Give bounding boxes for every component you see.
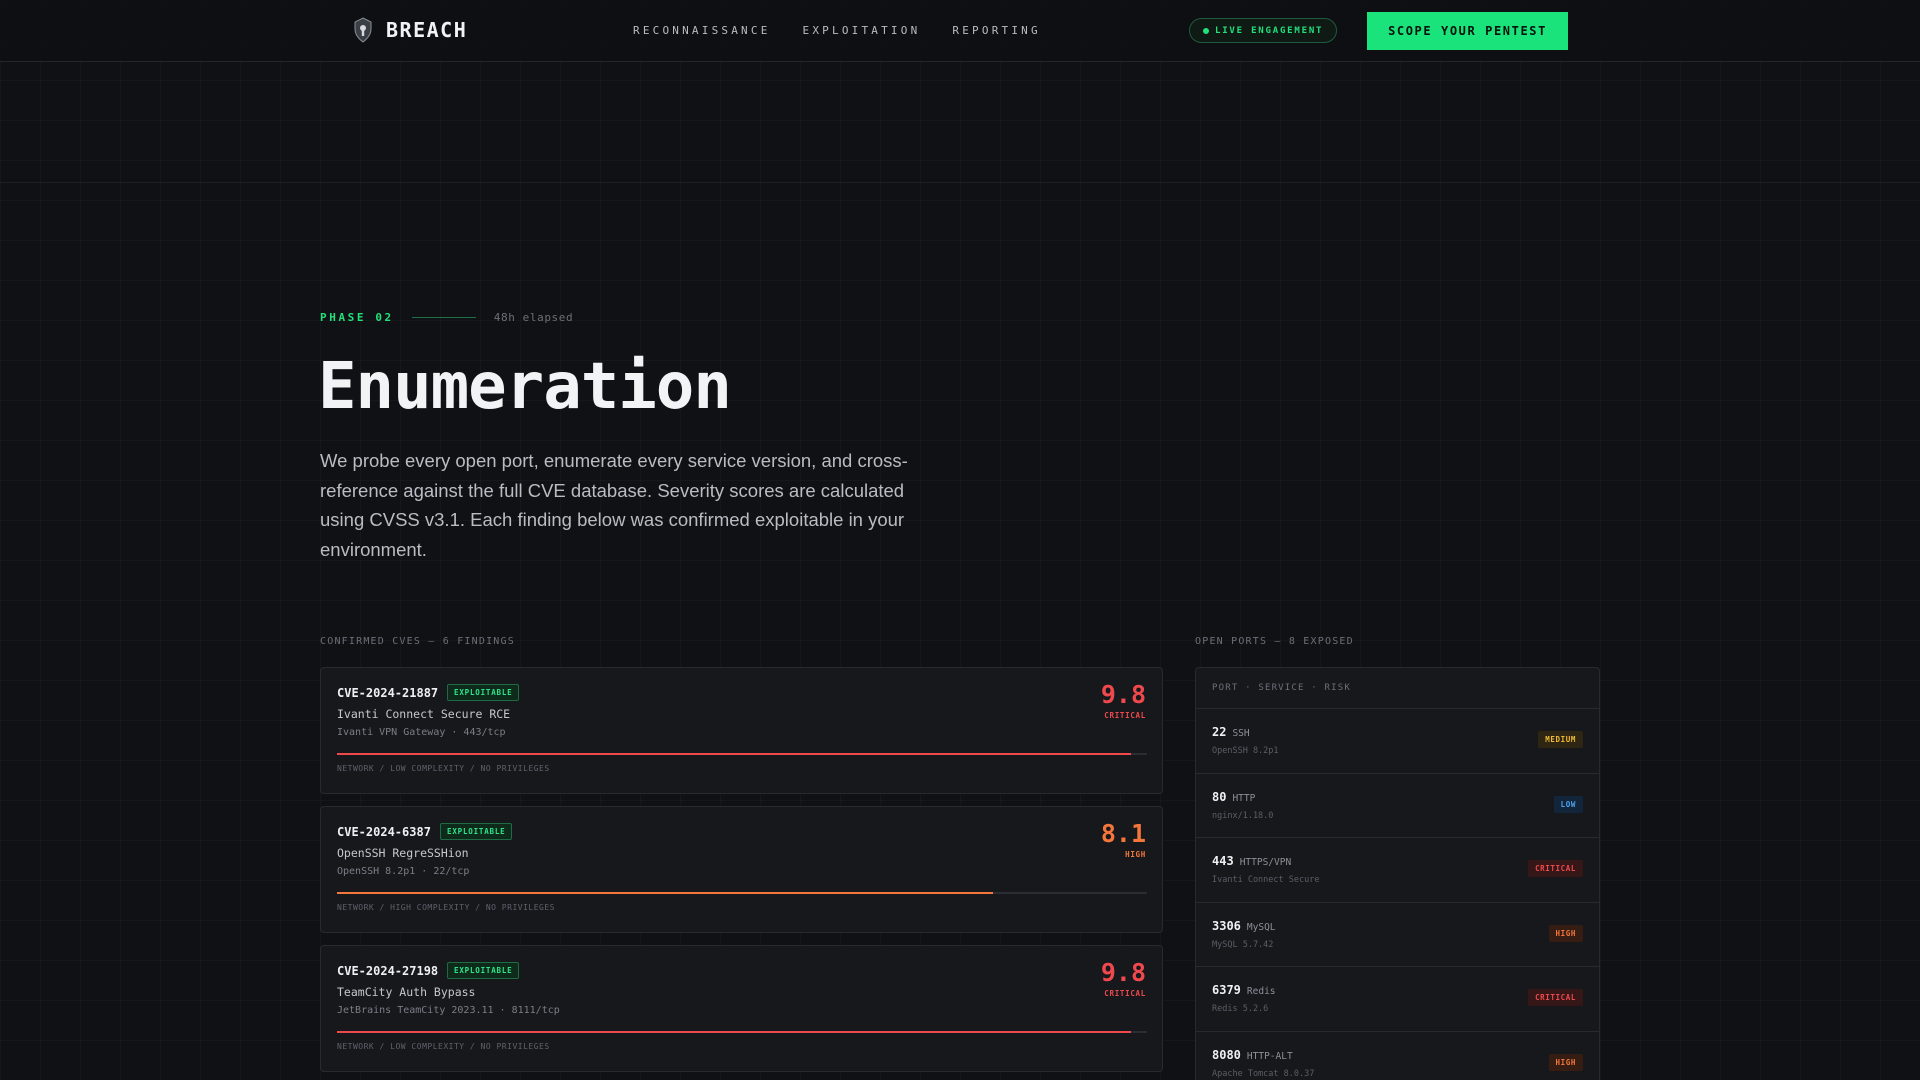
port-number-cell: 443 HTTPS/VPN	[1212, 854, 1291, 868]
port-number: 3306	[1212, 918, 1241, 933]
severity-label: CRITICAL	[1104, 989, 1146, 998]
nav-exploitation[interactable]: EXPLOITATION	[803, 24, 921, 37]
cve-id: CVE-2024-27198	[337, 964, 439, 978]
port-row[interactable]: 3306 MySQL MySQL 5.7.42 HIGH	[1196, 903, 1599, 967]
port-version: MySQL 5.7.42	[1212, 939, 1274, 950]
attack-vector: NETWORK / LOW COMPLEXITY / NO PRIVILEGES	[337, 1042, 550, 1051]
exploitable-badge: EXPLOITABLE	[447, 684, 520, 701]
cvss-score: 9.8	[1100, 680, 1146, 709]
live-engagement-badge: LIVE ENGAGEMENT	[1189, 18, 1338, 43]
port-version: Apache Tomcat 8.0.37	[1212, 1068, 1315, 1079]
port-number: 6379	[1212, 983, 1241, 997]
attack-vector: NETWORK / LOW COMPLEXITY / NO PRIVILEGES	[337, 764, 550, 773]
port-service: SSH	[1232, 728, 1250, 739]
risk-badge: CRITICAL	[1528, 860, 1583, 877]
page-title: Enumeration	[318, 350, 732, 424]
cve-card[interactable]: CVE-2024-21887 EXPLOITABLE Ivanti Connec…	[320, 667, 1163, 794]
severity-label: HIGH	[1125, 850, 1146, 859]
port-number-cell: 8080 HTTP-ALT	[1212, 1048, 1293, 1062]
cvss-score: 8.1	[1100, 819, 1146, 848]
severity-bar-fill	[337, 753, 1131, 755]
risk-badge: MEDIUM	[1538, 731, 1583, 748]
port-version: Ivanti Connect Secure	[1212, 875, 1320, 885]
port-version: nginx/1.18.0	[1212, 810, 1274, 821]
cve-target: OpenSSH 8.2p1 · 22/tcp	[337, 866, 470, 877]
cve-target: JetBrains TeamCity 2023.11 · 8111/tcp	[337, 1005, 560, 1016]
top-navbar: BREACH RECONNAISSANCE EXPLOITATION REPOR…	[0, 0, 1920, 62]
exploitable-badge: EXPLOITABLE	[447, 962, 520, 979]
phase-elapsed: 48h elapsed	[493, 311, 574, 324]
port-service: HTTP	[1232, 792, 1256, 804]
risk-badge: HIGH	[1548, 1053, 1583, 1071]
port-number: 8080	[1212, 1047, 1241, 1062]
scope-pentest-button[interactable]: SCOPE YOUR PENTEST	[1367, 12, 1568, 50]
brand-name: BREACH	[386, 18, 468, 42]
attack-vector: NETWORK / HIGH COMPLEXITY / NO PRIVILEGE…	[337, 903, 555, 912]
severity-bar-fill	[337, 1031, 1131, 1033]
cves-section-label: CONFIRMED CVES — 6 FINDINGS	[320, 636, 515, 647]
nav-reconnaissance[interactable]: RECONNAISSANCE	[633, 24, 771, 37]
port-row[interactable]: 443 HTTPS/VPN Ivanti Connect Secure CRITI…	[1196, 838, 1599, 903]
cve-card[interactable]: CVE-2024-6387 EXPLOITABLE OpenSSH RegreS…	[320, 806, 1163, 933]
severity-bar-fill	[337, 892, 994, 894]
open-ports-table: PORT · SERVICE · RISK 22 SSH OpenSSH 8.2p…	[1195, 667, 1600, 1080]
port-service: HTTP-ALT	[1246, 1050, 1293, 1062]
port-service: MySQL	[1246, 921, 1276, 933]
cve-card[interactable]: CVE-2024-27198 EXPLOITABLE TeamCity Auth…	[320, 945, 1163, 1072]
cvss-score: 9.8	[1100, 958, 1146, 987]
cve-name: OpenSSH RegreSSHion	[337, 846, 469, 860]
risk-badge: CRITICAL	[1528, 989, 1583, 1006]
port-row[interactable]: 22 SSH OpenSSH 8.2p1 MEDIUM	[1196, 709, 1599, 774]
ports-section-label: OPEN PORTS — 8 EXPOSED	[1195, 636, 1354, 647]
section-divider	[0, 182, 1920, 183]
port-version: OpenSSH 8.2p1	[1212, 746, 1279, 756]
port-service: HTTPS/VPN	[1239, 857, 1292, 868]
cve-name: TeamCity Auth Bypass	[337, 985, 476, 999]
severity-bar	[337, 892, 1147, 894]
cve-id: CVE-2024-21887	[337, 686, 439, 700]
port-row[interactable]: 80 HTTP nginx/1.18.0 LOW	[1196, 774, 1599, 838]
phase-label: PHASE 02	[320, 311, 394, 324]
ports-table-header: PORT · SERVICE · RISK	[1196, 668, 1599, 709]
port-number: 80	[1212, 789, 1227, 804]
severity-bar	[337, 753, 1147, 755]
main-nav: RECONNAISSANCE EXPLOITATION REPORTING	[633, 24, 1041, 37]
risk-badge: HIGH	[1548, 924, 1583, 942]
port-number-cell: 6379 Redis	[1212, 983, 1276, 997]
port-number: 443	[1212, 854, 1234, 868]
port-service: Redis	[1246, 986, 1276, 997]
phase-divider	[411, 317, 476, 318]
severity-bar	[337, 1031, 1147, 1033]
cve-id: CVE-2024-6387	[337, 825, 431, 839]
live-status-dot-icon	[1203, 27, 1209, 34]
port-version: Redis 5.2.6	[1212, 1004, 1269, 1014]
nav-reporting[interactable]: REPORTING	[952, 24, 1040, 37]
port-number-cell: 80 HTTP	[1212, 790, 1255, 804]
page-description: We probe every open port, enumerate ever…	[320, 450, 908, 560]
cve-target: Ivanti VPN Gateway · 443/tcp	[337, 727, 506, 738]
port-row[interactable]: 6379 Redis Redis 5.2.6 CRITICAL	[1196, 967, 1599, 1032]
exploitable-badge: EXPLOITABLE	[440, 823, 513, 840]
port-number-cell: 3306 MySQL	[1212, 919, 1276, 933]
shield-logo-icon	[354, 17, 372, 43]
cve-name: Ivanti Connect Secure RCE	[337, 707, 511, 721]
port-number-cell: 22 SSH	[1212, 725, 1250, 739]
severity-label: CRITICAL	[1104, 711, 1146, 720]
port-row[interactable]: 8080 HTTP-ALT Apache Tomcat 8.0.37 HIGH	[1196, 1032, 1599, 1080]
brand-logo[interactable]: BREACH	[352, 17, 467, 43]
risk-badge: LOW	[1553, 795, 1583, 813]
phase-indicator: PHASE 02 48h elapsed	[320, 311, 573, 324]
live-engagement-label: LIVE ENGAGEMENT	[1215, 25, 1324, 36]
port-number: 22	[1212, 725, 1227, 739]
